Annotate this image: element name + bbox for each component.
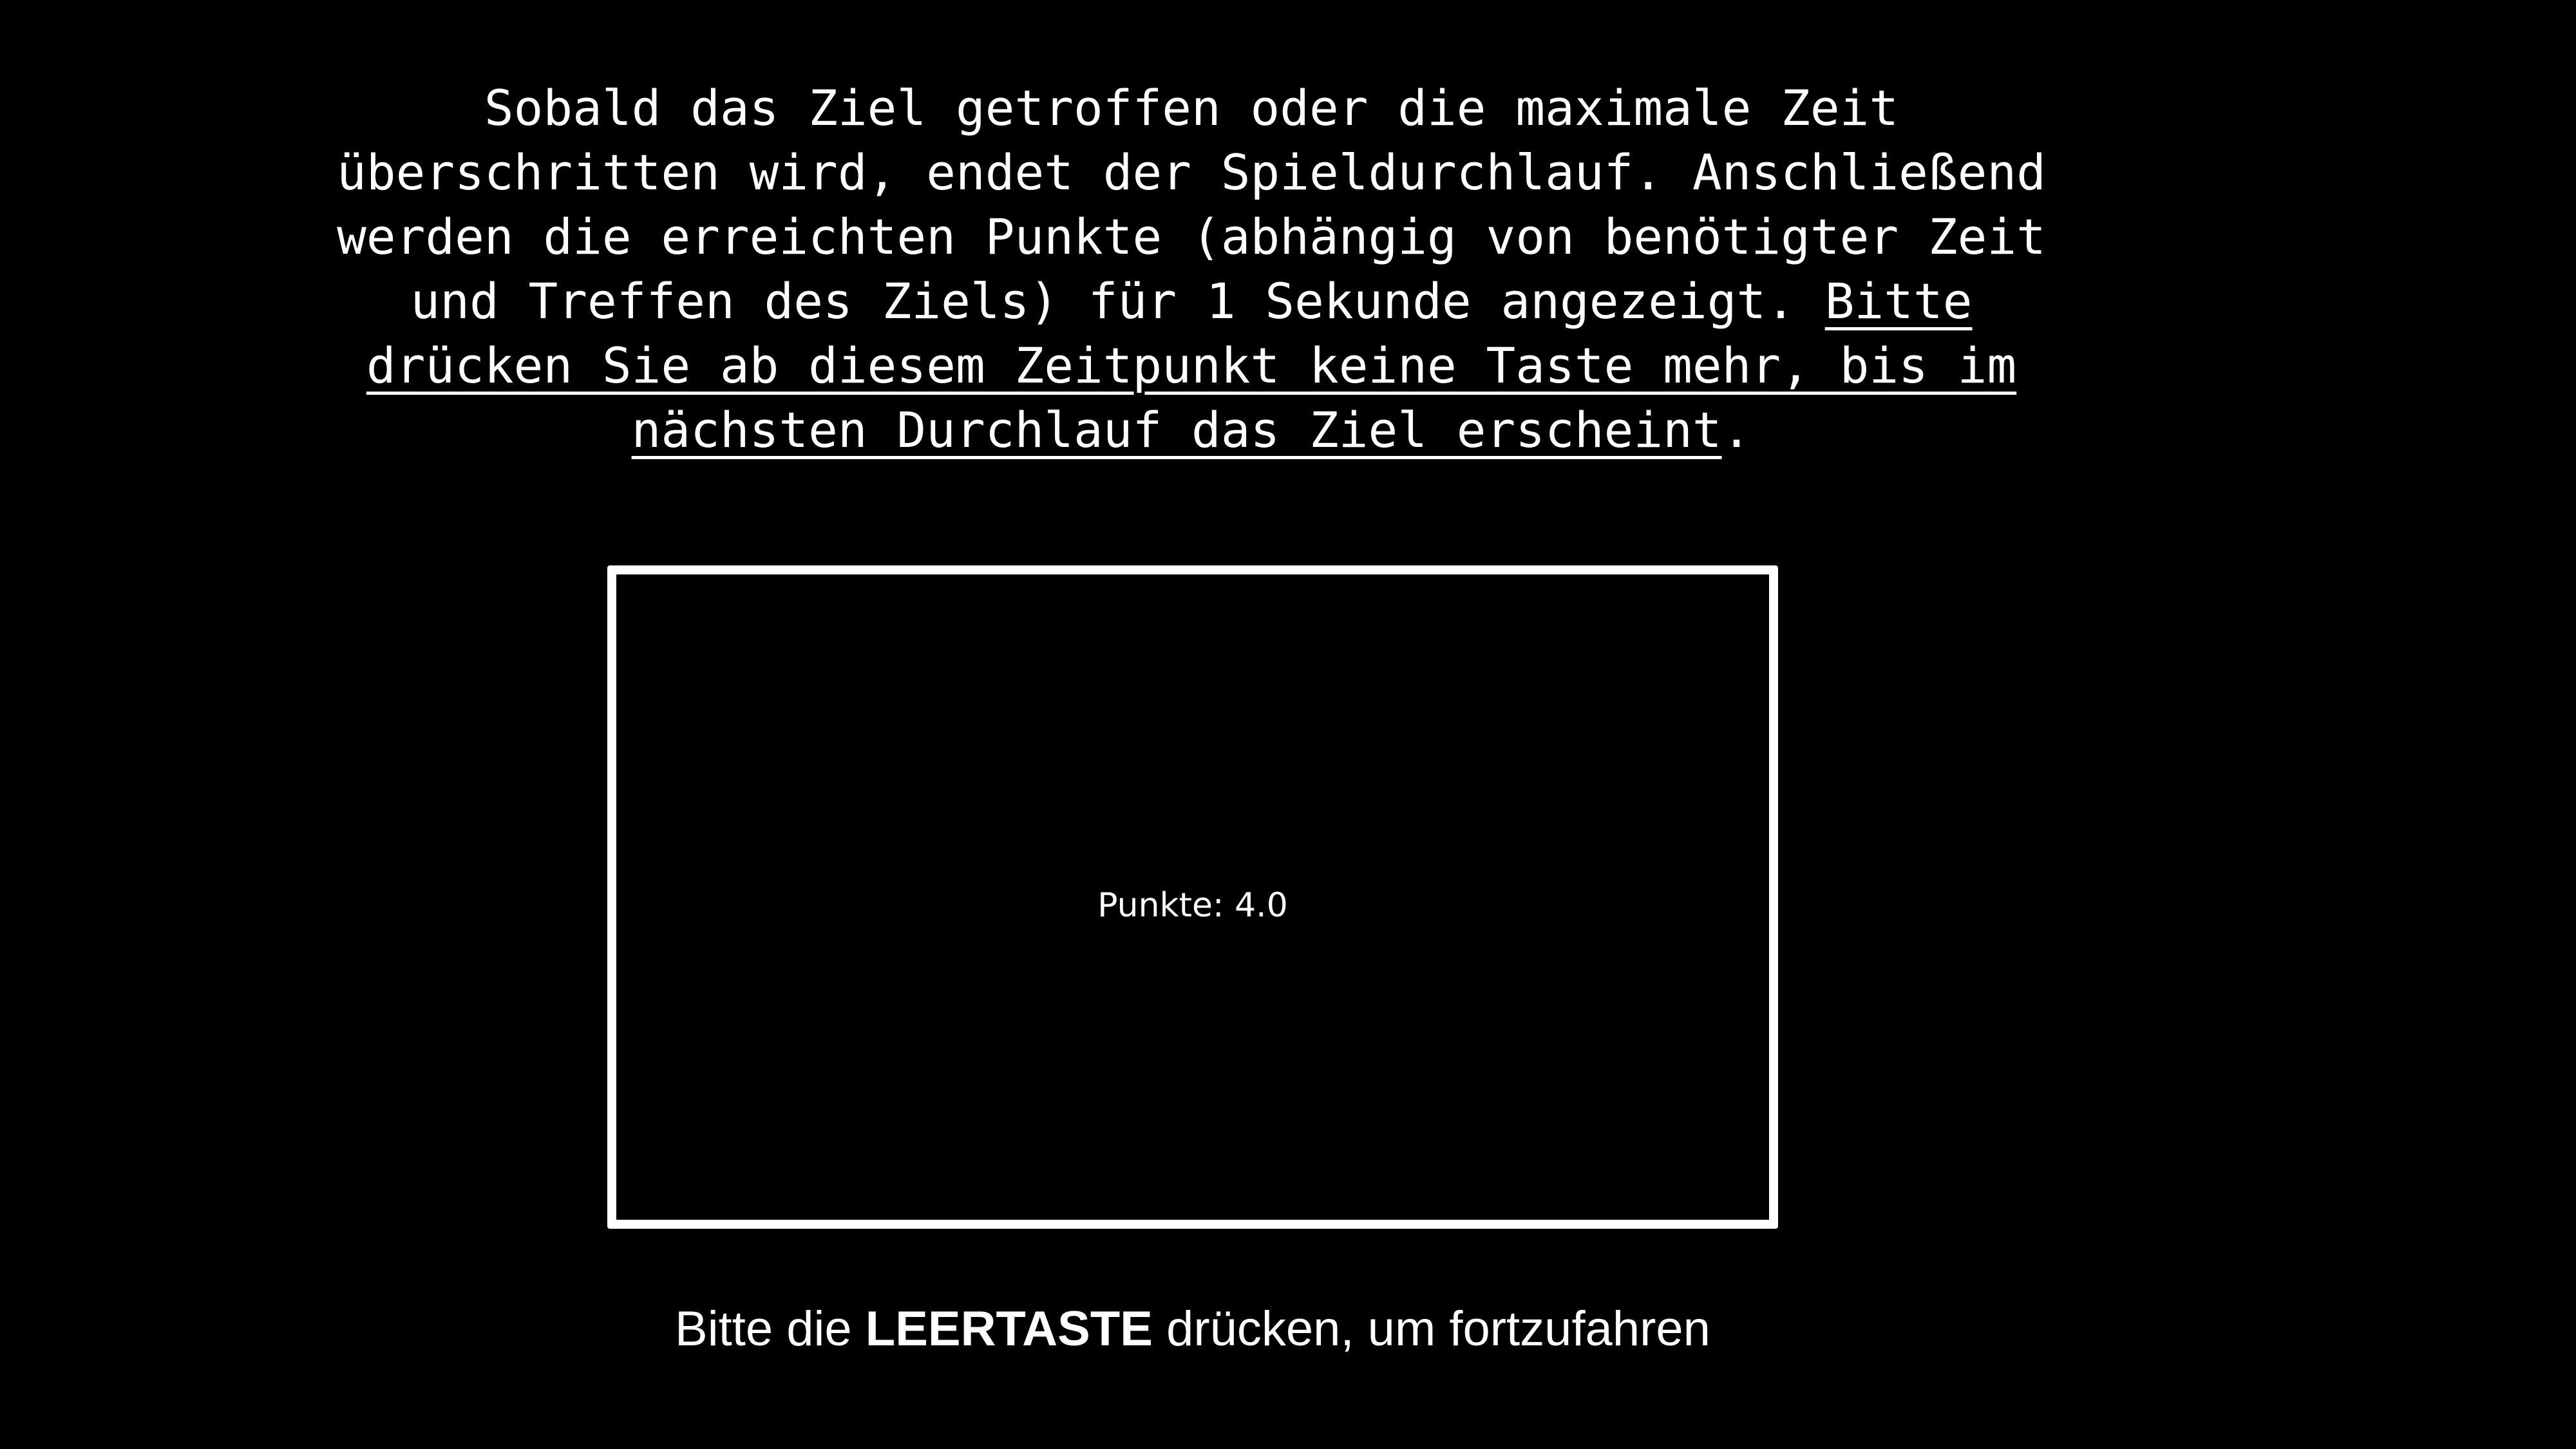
- game-area-frame: Punkte: 4.0: [607, 565, 1778, 1229]
- space-key-label: LEERTASTE: [865, 1302, 1153, 1356]
- instructions-body: Sobald das Ziel getroffen oder die maxim…: [337, 79, 2046, 330]
- continue-prompt-before: Bitte die: [675, 1302, 866, 1356]
- continue-prompt: Bitte die LEERTASTE drücken, um fortzufa…: [0, 1297, 2385, 1361]
- score-display: Punkte: 4.0: [1097, 886, 1288, 925]
- continue-prompt-after: drücken, um fortzufahren: [1152, 1302, 1710, 1356]
- instructions-end: .: [1721, 401, 1752, 459]
- instructions-text: Sobald das Ziel getroffen oder die maxim…: [322, 76, 2061, 462]
